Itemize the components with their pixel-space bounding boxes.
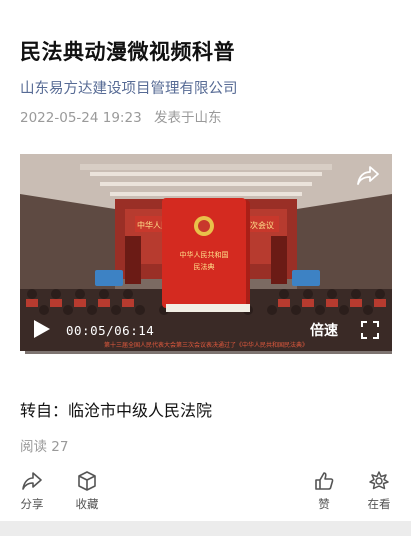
author-link[interactable]: 山东易方达建设项目管理有限公司 bbox=[20, 77, 238, 98]
play-icon[interactable] bbox=[33, 319, 51, 339]
share-icon bbox=[22, 472, 42, 490]
wow-label: 在看 bbox=[367, 497, 391, 511]
video-subtitle: 第十三届全国人民代表大会第三次会议表决通过了《中华人民共和国民法典》 bbox=[104, 341, 308, 349]
video-player[interactable]: 中华人民 三次会议 中华人民共和国 民法典 第十三届全国人民代表大会第三次会议表… bbox=[20, 154, 392, 354]
repost-source: 转自：临沧市中级人民法院 bbox=[20, 401, 213, 420]
bottom-bar bbox=[0, 521, 411, 536]
read-count: 阅读 27 bbox=[20, 439, 69, 455]
like-label: 赞 bbox=[318, 497, 330, 511]
book-title-line1: 中华人民共和国 bbox=[180, 250, 229, 259]
flower-icon bbox=[369, 471, 389, 490]
video-share-icon[interactable] bbox=[356, 164, 380, 186]
video-time: 00:05/06:14 bbox=[66, 323, 155, 338]
like-button[interactable]: 赞 bbox=[304, 470, 344, 512]
playback-speed-button[interactable]: 倍速 bbox=[310, 320, 338, 340]
thumbs-up-icon bbox=[315, 472, 334, 490]
fullscreen-icon[interactable] bbox=[360, 320, 380, 340]
publish-location: 发表于山东 bbox=[153, 110, 222, 126]
box-icon bbox=[78, 471, 96, 491]
book-title-line2: 民法典 bbox=[194, 262, 215, 271]
favorite-button[interactable]: 收藏 bbox=[67, 470, 107, 512]
video-progress-bar[interactable] bbox=[20, 351, 392, 354]
video-progress-fill bbox=[20, 351, 25, 354]
favorite-label: 收藏 bbox=[75, 497, 99, 511]
wow-button[interactable]: 在看 bbox=[359, 470, 399, 512]
publish-datetime: 2022-05-24 19:23 bbox=[20, 110, 142, 126]
article-title: 民法典动漫微视频科普 bbox=[20, 40, 235, 64]
share-label: 分享 bbox=[20, 497, 44, 511]
article-meta: 2022-05-24 19:23 发表于山东 bbox=[20, 106, 221, 126]
share-button[interactable]: 分享 bbox=[12, 470, 52, 512]
